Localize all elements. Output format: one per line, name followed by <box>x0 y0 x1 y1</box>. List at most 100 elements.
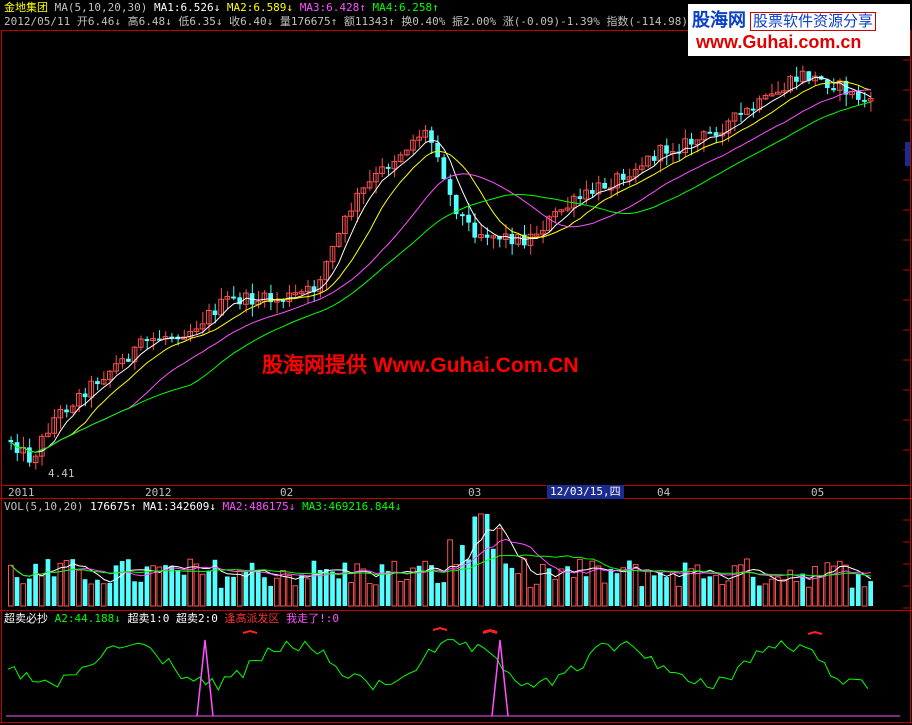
volume-bar <box>138 581 144 606</box>
volume-bar <box>397 580 404 607</box>
scroll-marker <box>905 142 910 166</box>
volume-bar <box>107 582 113 606</box>
volume-bar <box>639 586 645 606</box>
volume-bar <box>342 562 348 606</box>
ma1-value: MA1:6.526↓ <box>153 1 221 14</box>
volume-bar <box>719 584 726 607</box>
volume-ma1: MA1:342609↓ <box>143 500 216 513</box>
high-sell-marker <box>807 630 823 635</box>
low-price-marker: 4.41 <box>48 467 75 480</box>
volume-bar <box>193 563 200 607</box>
ma10-line <box>10 81 872 453</box>
volume-bar <box>651 575 657 606</box>
volume-bar <box>57 562 64 607</box>
volume-current: 176675↑ <box>90 500 137 513</box>
volume-bar <box>231 576 236 606</box>
volume-bar <box>262 577 267 606</box>
volume-bar <box>781 579 787 607</box>
volume-bar <box>762 583 769 607</box>
candle-body <box>447 179 453 195</box>
volume-bar <box>175 570 181 606</box>
candle-body <box>738 112 744 115</box>
volume-bar <box>76 569 82 607</box>
candle-body <box>64 409 69 413</box>
volume-bar <box>273 577 280 607</box>
volume-bar <box>20 583 27 607</box>
close-price: 收6.40↓ <box>229 15 274 28</box>
low-price: 低6.35↓ <box>178 15 223 28</box>
header-row-1: 金地集团 MA(5,10,20,30) MA1:6.526↓ MA2:6.589… <box>4 1 439 15</box>
indicator-oversold2: 超卖2:0 <box>175 612 218 625</box>
watermark-text: 股海网提供 Www.Guhai.Com.CN <box>262 354 579 377</box>
volume-bar <box>577 558 583 607</box>
volume-bar <box>348 582 354 607</box>
volume-ma2: MA2:486175↓ <box>222 500 296 513</box>
candle-body <box>509 233 515 245</box>
oversold-spike-2 <box>491 639 509 717</box>
candle-body <box>664 145 669 154</box>
candle-body <box>577 196 583 200</box>
candle-body <box>95 381 100 384</box>
volume-bar <box>236 570 243 607</box>
volume-bar <box>360 568 367 607</box>
ma3-value: MA3:6.428↑ <box>299 1 366 14</box>
volume-bar <box>255 570 261 606</box>
candle-body <box>385 166 391 169</box>
volume-bar <box>330 571 335 606</box>
volume-bar <box>539 563 546 607</box>
ma5-line <box>10 76 872 453</box>
volume-bar <box>206 570 212 606</box>
volume-bar <box>861 586 868 607</box>
volume-bar <box>664 577 669 606</box>
volume-bar <box>627 560 632 606</box>
ma20-line <box>10 89 871 453</box>
volume-bar <box>311 560 317 606</box>
candle-body <box>441 157 447 180</box>
indicator-a2-line <box>7 639 869 692</box>
volume-bar <box>725 580 732 607</box>
volume-bar <box>33 563 38 606</box>
volume-bar <box>144 566 150 606</box>
volume-bar <box>775 576 781 607</box>
candle-body <box>620 173 626 180</box>
date-label-05: 05 <box>811 486 825 499</box>
candle-body <box>8 440 14 443</box>
volume-bar <box>70 559 76 606</box>
high-price: 高6.48↓ <box>127 15 172 28</box>
volume-bar <box>249 562 255 606</box>
volume-header: VOL(5,10,20) 176675↑ MA1:342609↓ MA2:486… <box>4 500 401 514</box>
volume-bar <box>304 578 311 607</box>
stock-name: 金地集团 <box>4 1 48 14</box>
crosshair-date: 12/03/15,四 <box>547 485 624 499</box>
volume-bar <box>181 574 187 606</box>
volume-bar <box>460 545 465 606</box>
indicator-name: 超卖必抄 <box>4 612 48 625</box>
volume-ma3: MA3:469216.844↓ <box>302 500 402 513</box>
price-panel-border <box>1 30 911 486</box>
volume-bar <box>855 573 861 606</box>
volume-bar <box>299 574 304 606</box>
volume-bar <box>336 578 342 606</box>
volume-bar <box>688 568 695 607</box>
candle-body <box>231 296 236 299</box>
volume-bar <box>100 583 107 607</box>
volume-bar <box>82 579 88 606</box>
turnover-value: 换0.40% <box>401 15 446 28</box>
volume-bar <box>583 576 589 606</box>
volume-bar <box>744 558 750 607</box>
volume-bar <box>199 573 206 607</box>
volume-bar <box>286 574 293 607</box>
ma4-value: MA4:6.258↑ <box>372 1 439 14</box>
ma-label: MA(5,10,20,30) <box>54 1 148 14</box>
date-label-02: 02 <box>280 486 294 499</box>
candle-body <box>466 214 471 223</box>
volume-bar <box>645 570 651 607</box>
volume-bar <box>503 563 509 606</box>
amplitude-value: 振2.00% <box>451 15 497 28</box>
candle-body <box>707 131 713 134</box>
volume-bar <box>466 559 471 606</box>
volume-bar <box>669 571 676 607</box>
volume-bar <box>268 585 273 606</box>
volume-bar <box>119 561 125 606</box>
volume-bar <box>372 584 379 607</box>
